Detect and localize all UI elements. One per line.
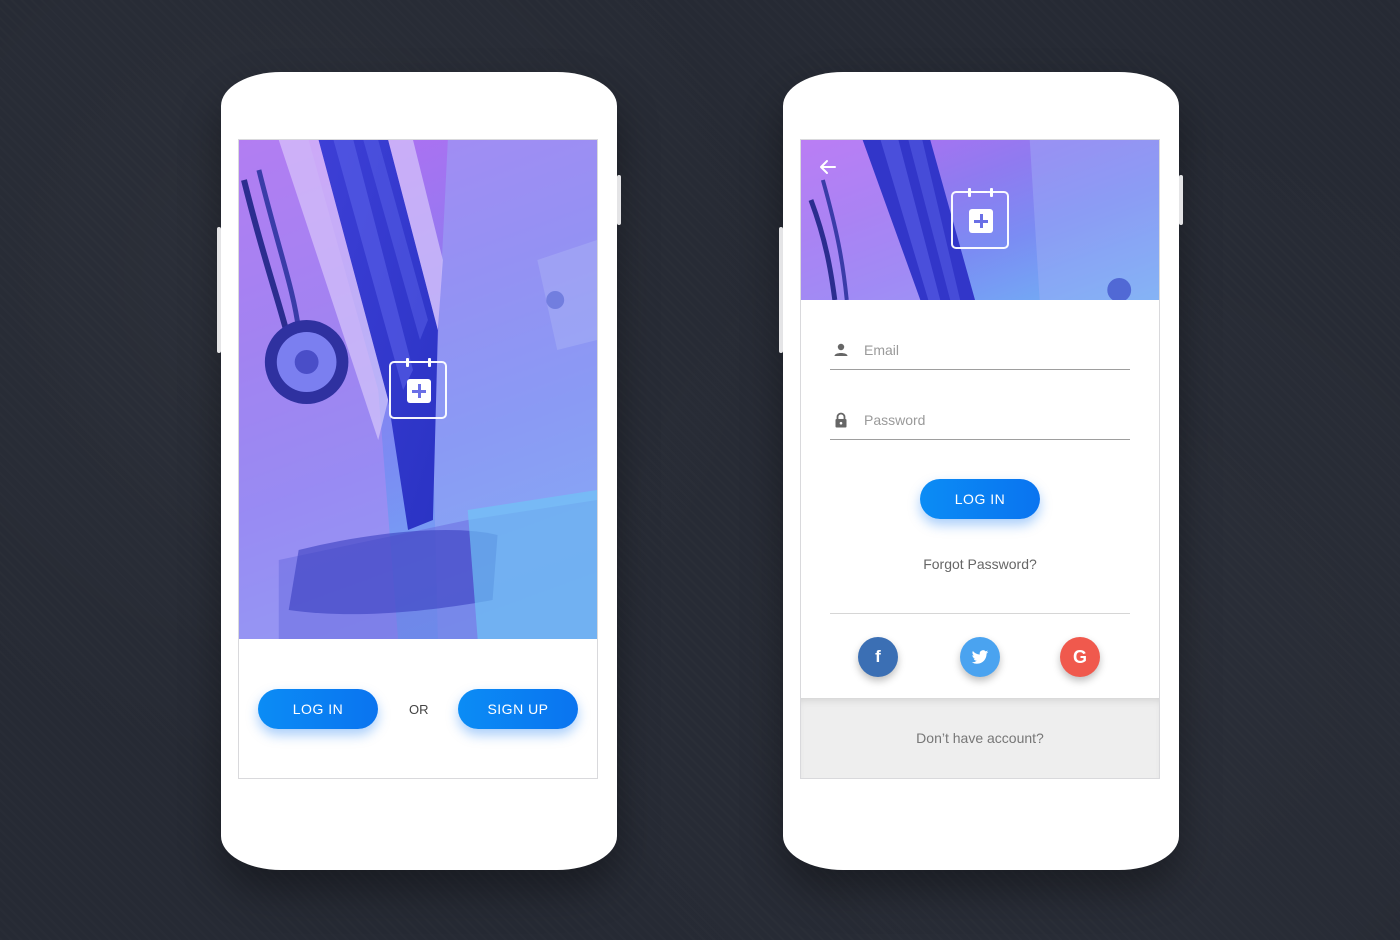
phone-side-button [217, 227, 221, 353]
login-submit-label: LOG IN [954, 491, 1006, 507]
divider [830, 613, 1130, 614]
login-submit-button[interactable]: LOG IN [920, 479, 1040, 519]
signup-button-label: SIGN UP [487, 701, 549, 717]
google-login-button[interactable]: G [1060, 637, 1100, 677]
signup-footer[interactable]: Don’t have account? [801, 698, 1159, 778]
phone-power-button [617, 175, 621, 225]
phone-side-button [779, 227, 783, 353]
forgot-password-link[interactable]: Forgot Password? [801, 556, 1159, 572]
login-button[interactable]: LOG IN [258, 689, 378, 729]
phone-power-button [1179, 175, 1183, 225]
email-placeholder: Email [864, 342, 900, 358]
signup-button[interactable]: SIGN UP [458, 689, 578, 729]
header-image [801, 140, 1159, 300]
app-logo-icon [389, 358, 447, 419]
or-separator: OR [409, 702, 429, 717]
no-account-link[interactable]: Don’t have account? [801, 730, 1159, 746]
twitter-login-button[interactable] [960, 637, 1000, 677]
background [0, 0, 1400, 940]
app-logo-icon [951, 188, 1009, 249]
welcome-screen: LOG IN OR SIGN UP [238, 139, 598, 779]
login-screen: Email Password LOG IN Forgot Password? f… [800, 139, 1160, 779]
facebook-login-button[interactable]: f [858, 637, 898, 677]
login-button-label: LOG IN [292, 701, 344, 717]
password-field[interactable]: Password [830, 400, 1130, 440]
lock-icon [835, 412, 847, 428]
hero-image [239, 140, 597, 639]
email-field[interactable]: Email [830, 330, 1130, 370]
twitter-icon [971, 649, 989, 664]
facebook-icon: f [875, 647, 881, 666]
back-arrow-icon[interactable] [819, 158, 837, 176]
google-icon: G [1072, 646, 1087, 667]
password-placeholder: Password [864, 412, 926, 428]
person-icon [834, 343, 848, 356]
phone-login: Email Password LOG IN Forgot Password? f… [779, 72, 1183, 870]
phone-welcome: LOG IN OR SIGN UP [217, 72, 621, 870]
